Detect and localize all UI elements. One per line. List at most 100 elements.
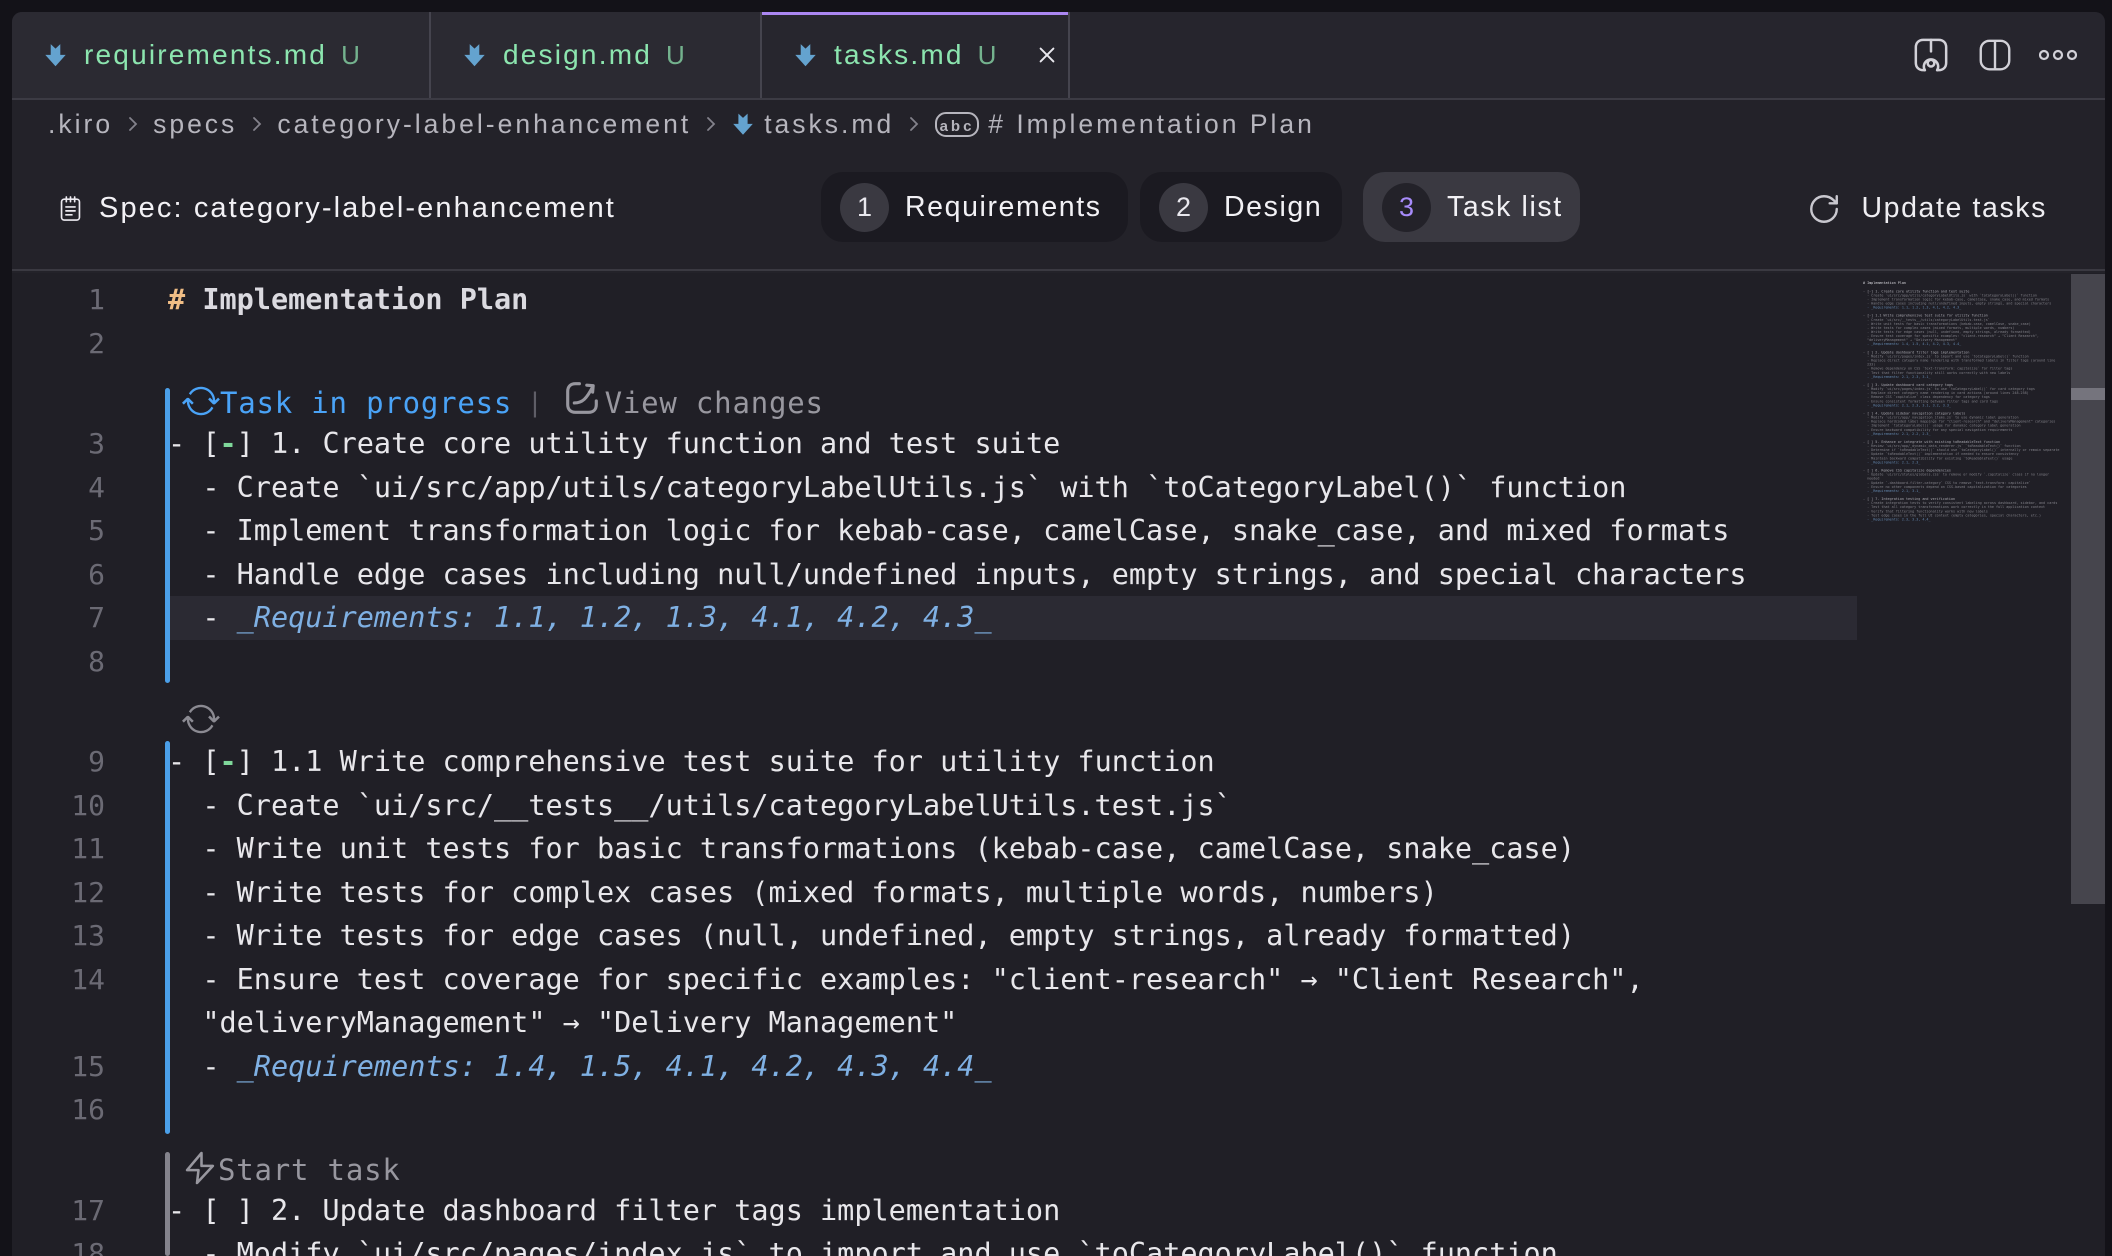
code-token: - Ensure test coverage for specific exam…: [168, 963, 1644, 996]
code-token: - Implement transformation logic for keb…: [168, 514, 1729, 547]
line-content: - [-] 1.1 Write comprehensive test suite…: [168, 740, 1215, 784]
tab-design-md[interactable]: design.md U: [431, 12, 762, 98]
line-number: 15: [12, 1045, 105, 1089]
code-token: - Write unit tests for basic transformat…: [168, 832, 1575, 865]
line-number: 8: [12, 640, 105, 684]
code-token: - [ ] 2. Update dashboard filter tags im…: [168, 1194, 1060, 1227]
code-line: 9- [-] 1.1 Write comprehensive test suit…: [12, 740, 1857, 784]
editor-header: .kiro specs category-label-enhancement task…: [12, 100, 2105, 271]
breadcrumb-item[interactable]: abc # Implementation Plan: [934, 109, 1315, 140]
line-content: - Ensure test coverage for specific exam…: [168, 958, 1644, 1002]
tab-bar-actions: [1911, 12, 2077, 98]
line-content: "deliveryManagement" → "Delivery Managem…: [168, 1001, 957, 1045]
step-pill-requirements[interactable]: 1 Requirements: [821, 172, 1128, 242]
breadcrumb-label: category-label-enhancement: [277, 109, 691, 140]
code-token: -: [219, 745, 236, 778]
code-line: 17- [ ] 2. Update dashboard filter tags …: [12, 1189, 1857, 1233]
code-line: 8: [12, 640, 1857, 684]
code-token: Implementation Plan: [185, 283, 528, 316]
breadcrumb-separator: [248, 113, 266, 135]
codelens-separator: |: [527, 385, 543, 421]
svg-text:abc: abc: [940, 118, 975, 135]
breadcrumb-label: # Implementation Plan: [988, 109, 1315, 140]
update-tasks-label: Update tasks: [1861, 192, 2047, 225]
minimap[interactable]: # Implementation Plan - [-] 1. Create co…: [1863, 281, 2069, 1256]
code-token: -: [219, 427, 236, 460]
refresh-icon: [1807, 192, 1841, 226]
line-number: 7: [12, 596, 105, 640]
code-line: 5 - Implement transformation logic for k…: [12, 509, 1857, 553]
tab-requirements-md[interactable]: requirements.md U: [12, 12, 431, 98]
code-token: _Requirements: 1.1, 1.2, 1.3, 4.1, 4.2, …: [237, 601, 992, 634]
chevron-right-icon: [248, 113, 266, 135]
code-area[interactable]: 1# Implementation Plan2Task in progress|…: [12, 273, 1857, 1256]
git-status-badge: U: [341, 40, 360, 71]
line-content: - Modify `ui/src/pages/index.js` to impo…: [168, 1232, 1558, 1256]
task-in-progress-bar: [165, 388, 170, 683]
code-line: 14 - Ensure test coverage for specific e…: [12, 958, 1857, 1002]
line-content: - [-] 1. Create core utility function an…: [168, 422, 1060, 466]
minimap-line: - _Requirements: 2.3, 3.3, 4.4_: [1863, 517, 2069, 521]
line-content: - Implement transformation logic for keb…: [168, 509, 1729, 553]
code-token: "deliveryManagement" → "Delivery Managem…: [168, 1006, 957, 1039]
code-line: "deliveryManagement" → "Delivery Managem…: [12, 1001, 1857, 1045]
vertical-scrollbar[interactable]: [2071, 273, 2105, 1256]
tab-label: design.md: [503, 39, 652, 71]
codelens-row: [12, 683, 1857, 740]
code-token: ] 1. Create core utility function and te…: [237, 427, 1061, 460]
line-number: 5: [12, 509, 105, 553]
line-number: 2: [12, 322, 105, 366]
code-token: - Create `ui/src/app/utils/categoryLabel…: [168, 471, 1626, 504]
editor-group-card: requirements.md U design.md U tasks.md U: [12, 12, 2105, 1256]
codelens-action[interactable]: View changes: [559, 376, 824, 421]
breadcrumb-label: .kiro: [48, 109, 113, 140]
line-content: - Write tests for edge cases (null, unde…: [168, 914, 1575, 958]
line-content: - Create `ui/src/__tests__/utils/categor…: [168, 784, 1232, 828]
code-line: 6 - Handle edge cases including null/und…: [12, 553, 1857, 597]
code-token: - Write tests for complex cases (mixed f…: [168, 876, 1438, 909]
code-line: 18 - Modify `ui/src/pages/index.js` to i…: [12, 1232, 1857, 1256]
step-pill-task-list[interactable]: 3 Task list: [1363, 172, 1580, 242]
update-tasks-button[interactable]: Update tasks: [1807, 148, 2047, 269]
codelens-label: Start task: [218, 1152, 401, 1188]
spec-title: Spec: category-label-enhancement: [58, 148, 616, 269]
spec-bar: Spec: category-label-enhancement 1 Requi…: [12, 148, 2105, 269]
view-changes-icon: [559, 376, 605, 420]
step-number: 3: [1382, 183, 1431, 232]
git-status-badge: U: [978, 40, 997, 71]
code-line: 3- [-] 1. Create core utility function a…: [12, 422, 1857, 466]
more-actions-icon[interactable]: [2039, 47, 2077, 63]
breadcrumb-item[interactable]: .kiro: [48, 109, 113, 140]
breadcrumb-item[interactable]: category-label-enhancement: [277, 109, 691, 140]
breadcrumb-item[interactable]: specs: [153, 109, 237, 140]
markdown-file-icon: [43, 41, 68, 69]
step-number: 2: [1159, 183, 1208, 232]
line-number: 14: [12, 958, 105, 1002]
start-task-zap-icon: [182, 1149, 218, 1187]
scrollbar-thumb[interactable]: [2071, 274, 2105, 904]
editor-pane[interactable]: 1# Implementation Plan2Task in progress|…: [12, 273, 2105, 1256]
code-line: 4 - Create `ui/src/app/utils/categoryLab…: [12, 466, 1857, 510]
step-label: Task list: [1447, 191, 1563, 224]
breadcrumb-separator: [124, 113, 142, 135]
line-number: 10: [12, 784, 105, 828]
step-pill-design[interactable]: 2 Design: [1140, 172, 1342, 242]
kiro-ghost-icon[interactable]: [1911, 34, 1951, 76]
breadcrumb: .kiro specs category-label-enhancement task…: [48, 100, 1315, 148]
sync-icon: [182, 382, 220, 420]
step-label: Requirements: [905, 191, 1102, 224]
line-content: - Write unit tests for basic transformat…: [168, 827, 1575, 871]
minimap-line: - Replace direct category name rendering…: [1863, 358, 2069, 362]
line-number: 4: [12, 466, 105, 510]
codelens-action[interactable]: Start task: [182, 1149, 401, 1188]
codelens-action[interactable]: Task in progress: [182, 382, 512, 421]
task-in-progress-bar: [165, 741, 170, 1134]
line-number: 18: [12, 1232, 105, 1256]
split-editor-icon[interactable]: [1976, 36, 2014, 74]
breadcrumb-item[interactable]: tasks.md: [731, 109, 894, 140]
tab-tasks-md[interactable]: tasks.md U: [762, 12, 1070, 98]
code-line: 7 - _Requirements: 1.1, 1.2, 1.3, 4.1, 4…: [12, 596, 1857, 640]
close-icon[interactable]: [1036, 44, 1058, 66]
step-number: 1: [840, 183, 889, 232]
breadcrumb-label: specs: [153, 109, 237, 140]
